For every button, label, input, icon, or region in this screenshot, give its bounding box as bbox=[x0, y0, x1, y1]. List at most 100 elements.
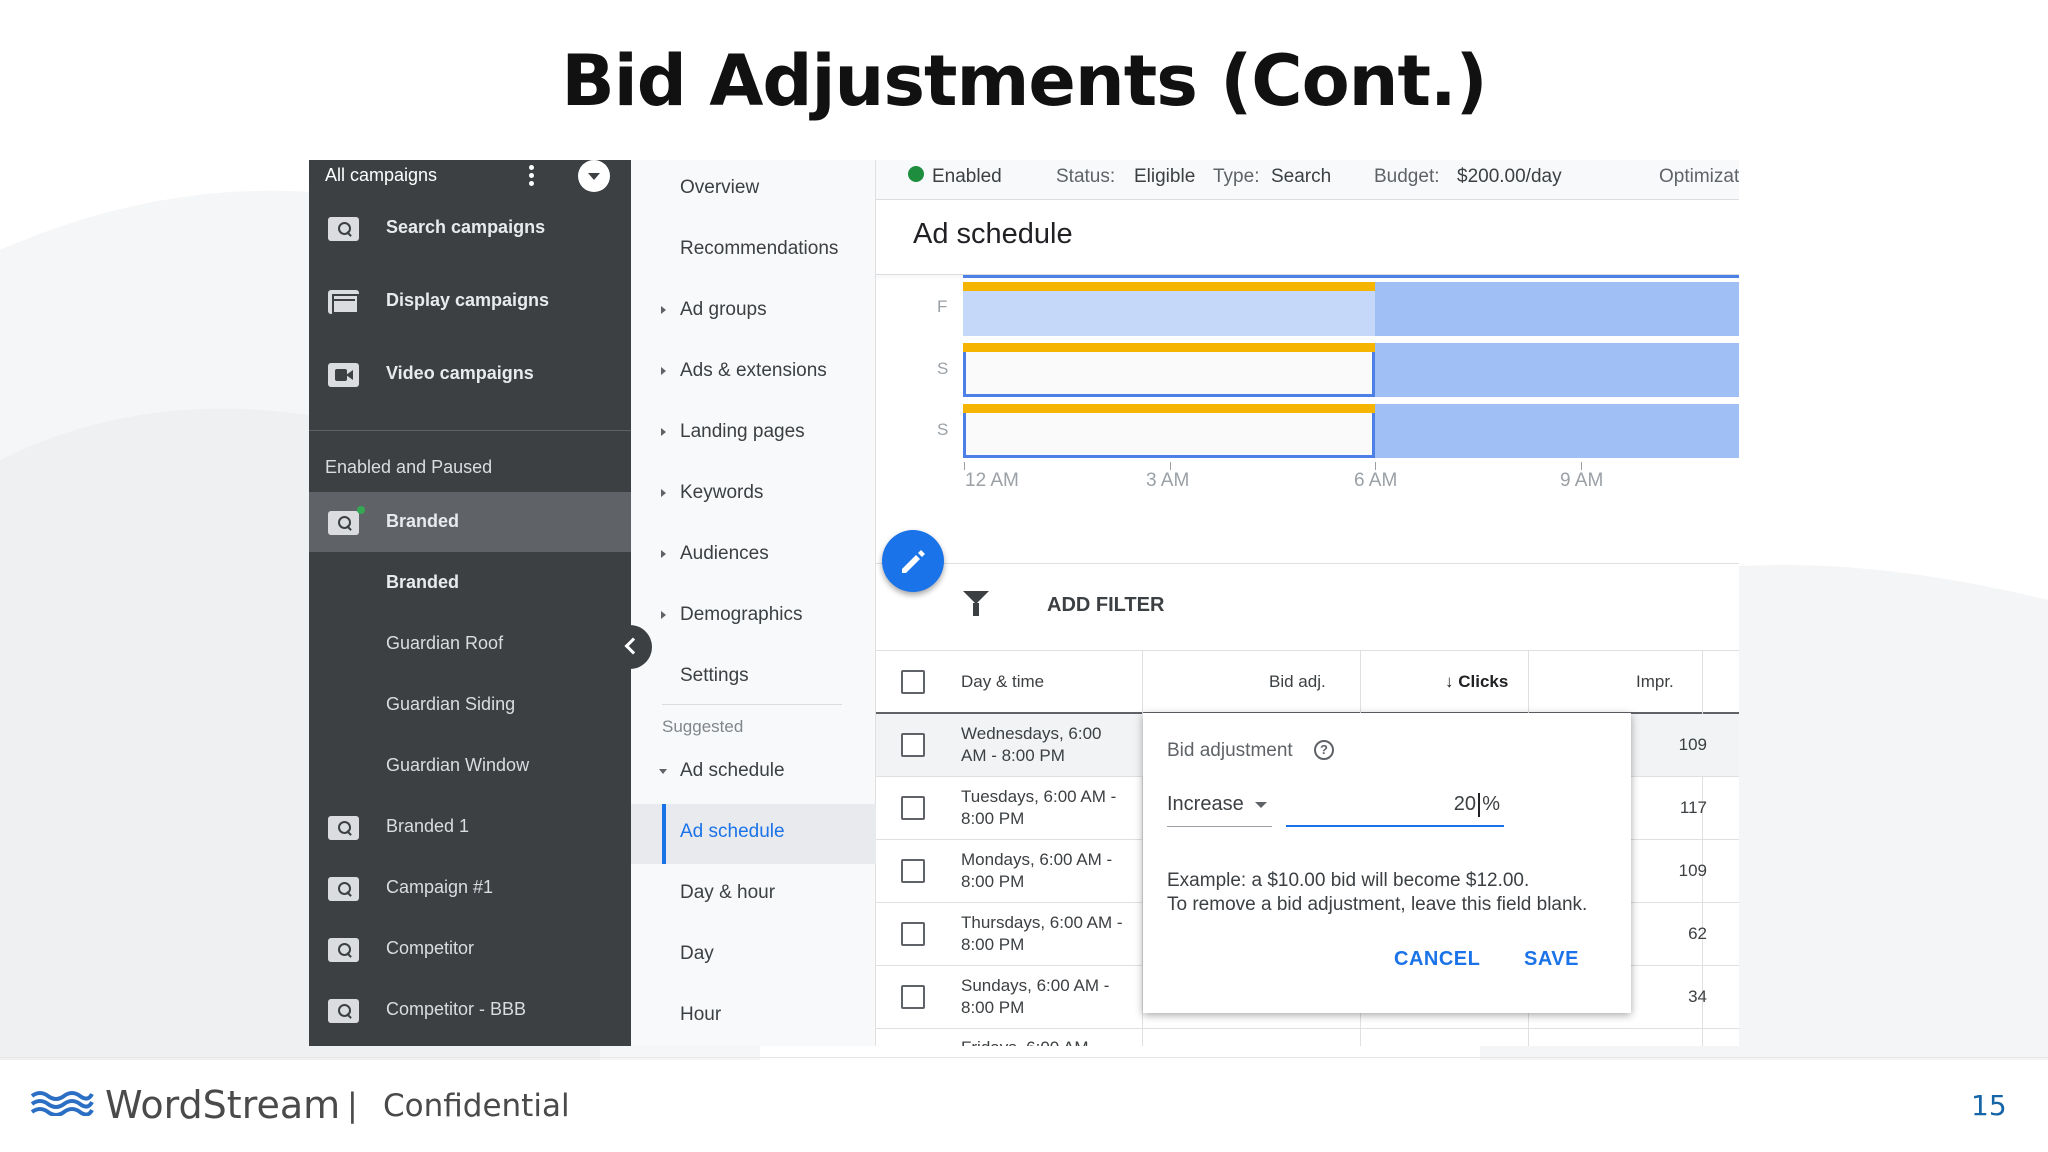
nav-landing-pages[interactable]: Landing pages bbox=[631, 404, 876, 464]
nav-overview[interactable]: Overview bbox=[631, 160, 876, 220]
nav-ad-groups[interactable]: Ad groups bbox=[631, 282, 876, 342]
sidebar-campaign-competitor[interactable]: Competitor bbox=[309, 919, 631, 979]
percent-unit: % bbox=[1482, 793, 1500, 815]
sidebar-item-search-campaigns[interactable]: Search campaigns bbox=[309, 198, 631, 258]
time-label: 6 AM bbox=[1354, 470, 1398, 491]
budget-value[interactable]: $200.00/day bbox=[1457, 166, 1562, 188]
row-impr: 117 bbox=[1679, 798, 1707, 817]
row-checkbox[interactable] bbox=[901, 985, 925, 1009]
row-impr: 62 bbox=[1688, 924, 1707, 943]
search-icon bbox=[328, 816, 359, 840]
sidebar-item-display-campaigns[interactable]: Display campaigns bbox=[309, 271, 631, 331]
save-button[interactable]: SAVE bbox=[1524, 948, 1579, 971]
sidebar-campaign-competitor-bbb[interactable]: Competitor - BBB bbox=[309, 980, 631, 1040]
footer-brand: WordStream bbox=[105, 1083, 341, 1127]
sidebar-adgroup-branded[interactable]: Branded bbox=[309, 553, 631, 613]
status-enabled[interactable]: Enabled bbox=[932, 166, 1002, 188]
nav-label: Hour bbox=[680, 1004, 722, 1025]
direction-select[interactable]: Increase bbox=[1167, 793, 1272, 827]
bid-adjustment-input[interactable]: 20 % bbox=[1286, 793, 1504, 827]
sidebar-campaign-branded[interactable]: Branded bbox=[309, 492, 631, 552]
col-day-time[interactable]: Day & time bbox=[961, 672, 1044, 692]
time-label: 3 AM bbox=[1146, 470, 1190, 491]
add-filter-button[interactable]: ADD FILTER bbox=[1047, 594, 1164, 617]
sidebar-item-video-campaigns[interactable]: Video campaigns bbox=[309, 344, 631, 404]
nav-label: Recommendations bbox=[680, 238, 839, 259]
row-checkbox[interactable] bbox=[901, 796, 925, 820]
sidebar-item-label: Search campaigns bbox=[386, 217, 546, 237]
schedule-highlight bbox=[963, 282, 1375, 291]
sidebar-item-label: Display campaigns bbox=[386, 290, 550, 310]
status-dot bbox=[357, 506, 365, 514]
nav-ad-schedule-group[interactable]: Ad schedule bbox=[631, 743, 876, 803]
nav-audiences[interactable]: Audiences bbox=[631, 526, 876, 586]
nav-ads-extensions[interactable]: Ads & extensions bbox=[631, 343, 876, 403]
day-label: S bbox=[937, 359, 949, 378]
row-day-time: Thursdays, 6:00 AM - 8:00 PM bbox=[961, 913, 1123, 954]
sidebar-item-label: Campaign #1 bbox=[386, 877, 494, 897]
nav-ad-schedule[interactable]: Ad schedule bbox=[631, 804, 876, 864]
sidebar-adgroup-guardian-window[interactable]: Guardian Window bbox=[309, 736, 631, 796]
search-icon bbox=[328, 511, 359, 535]
footer-divider bbox=[0, 1057, 2048, 1058]
row-day-time: Tuesdays, 6:00 AM - 8:00 PM bbox=[961, 787, 1117, 828]
status-value: Eligible bbox=[1134, 166, 1196, 187]
col-clicks[interactable]: ↓ Clicks bbox=[1445, 672, 1508, 692]
select-all-checkbox[interactable] bbox=[901, 670, 925, 694]
footer-separator: | bbox=[347, 1086, 358, 1124]
col-impr[interactable]: Impr. bbox=[1636, 672, 1674, 692]
nav-day[interactable]: Day bbox=[631, 926, 876, 986]
optimization-score: Optimizati bbox=[1659, 166, 1739, 187]
nav-label: Ad schedule bbox=[680, 760, 785, 781]
all-campaigns-header[interactable]: All campaigns bbox=[309, 160, 631, 192]
pencil-icon bbox=[902, 550, 925, 573]
type-value: Search bbox=[1271, 166, 1332, 187]
sidebar-section-label: Enabled and Paused bbox=[325, 457, 493, 477]
nav-hour[interactable]: Hour bbox=[631, 987, 876, 1046]
table-header: Day & time Bid adj. ↓ Clicks Impr. bbox=[876, 650, 1739, 714]
sidebar-adgroup-guardian-siding[interactable]: Guardian Siding bbox=[309, 675, 631, 735]
row-day-time: Mondays, 6:00 AM - 8:00 PM bbox=[961, 850, 1113, 891]
nav-day-hour[interactable]: Day & hour bbox=[631, 865, 876, 925]
col-clicks-label: Clicks bbox=[1458, 672, 1509, 691]
dropdown-toggle-icon[interactable] bbox=[578, 160, 610, 192]
schedule-highlight bbox=[963, 404, 1375, 413]
time-tick bbox=[1375, 462, 1376, 470]
row-day-time: Wednesdays, 6:00 AM - 8:00 PM bbox=[961, 724, 1102, 765]
col-bid-adj[interactable]: Bid adj. bbox=[1269, 672, 1326, 692]
chart-divider bbox=[876, 563, 1739, 564]
nav-keywords[interactable]: Keywords bbox=[631, 465, 876, 525]
type-key: Type: bbox=[1213, 166, 1260, 187]
row-checkbox[interactable] bbox=[901, 733, 925, 757]
status-key: Status: bbox=[1056, 166, 1116, 187]
time-tick bbox=[1170, 462, 1171, 470]
nav-recommendations[interactable]: Recommendations bbox=[631, 221, 876, 281]
sidebar-item-label: Competitor - BBB bbox=[386, 999, 527, 1019]
sidebar-campaign-1[interactable]: Campaign #1 bbox=[309, 858, 631, 918]
sidebar-item-label: Guardian Siding bbox=[386, 694, 516, 714]
sidebar-divider bbox=[309, 430, 631, 431]
row-impr: 34 bbox=[1688, 987, 1707, 1006]
cancel-button[interactable]: CANCEL bbox=[1394, 948, 1480, 971]
sidebar-adgroup-guardian-roof[interactable]: Guardian Roof bbox=[309, 614, 631, 674]
sidebar-item-label: Guardian Window bbox=[386, 755, 530, 775]
caret-down-icon bbox=[659, 769, 667, 774]
nav-settings[interactable]: Settings bbox=[631, 648, 876, 708]
help-icon[interactable]: ? bbox=[1314, 740, 1334, 760]
caret-right-icon bbox=[661, 306, 666, 314]
footer-confidential: Confidential bbox=[383, 1088, 570, 1124]
filter-icon[interactable] bbox=[963, 591, 989, 617]
page-title: Ad schedule bbox=[913, 218, 1073, 250]
nav-label: Ad schedule bbox=[680, 821, 785, 842]
wordstream-logo-icon bbox=[30, 1091, 94, 1116]
more-options-icon[interactable] bbox=[527, 162, 535, 188]
row-checkbox[interactable] bbox=[901, 859, 925, 883]
sidebar-campaign-branded-1[interactable]: Branded 1 bbox=[309, 797, 631, 857]
edit-button[interactable] bbox=[882, 530, 944, 592]
row-checkbox[interactable] bbox=[901, 922, 925, 946]
nav-demographics[interactable]: Demographics bbox=[631, 587, 876, 647]
caret-right-icon bbox=[661, 367, 666, 375]
nav-label: Overview bbox=[680, 177, 760, 198]
sort-arrow-icon: ↓ bbox=[1445, 672, 1459, 691]
bid-adjustment-popup: Bid adjustment ? Increase 20 % Example: … bbox=[1143, 713, 1631, 1013]
